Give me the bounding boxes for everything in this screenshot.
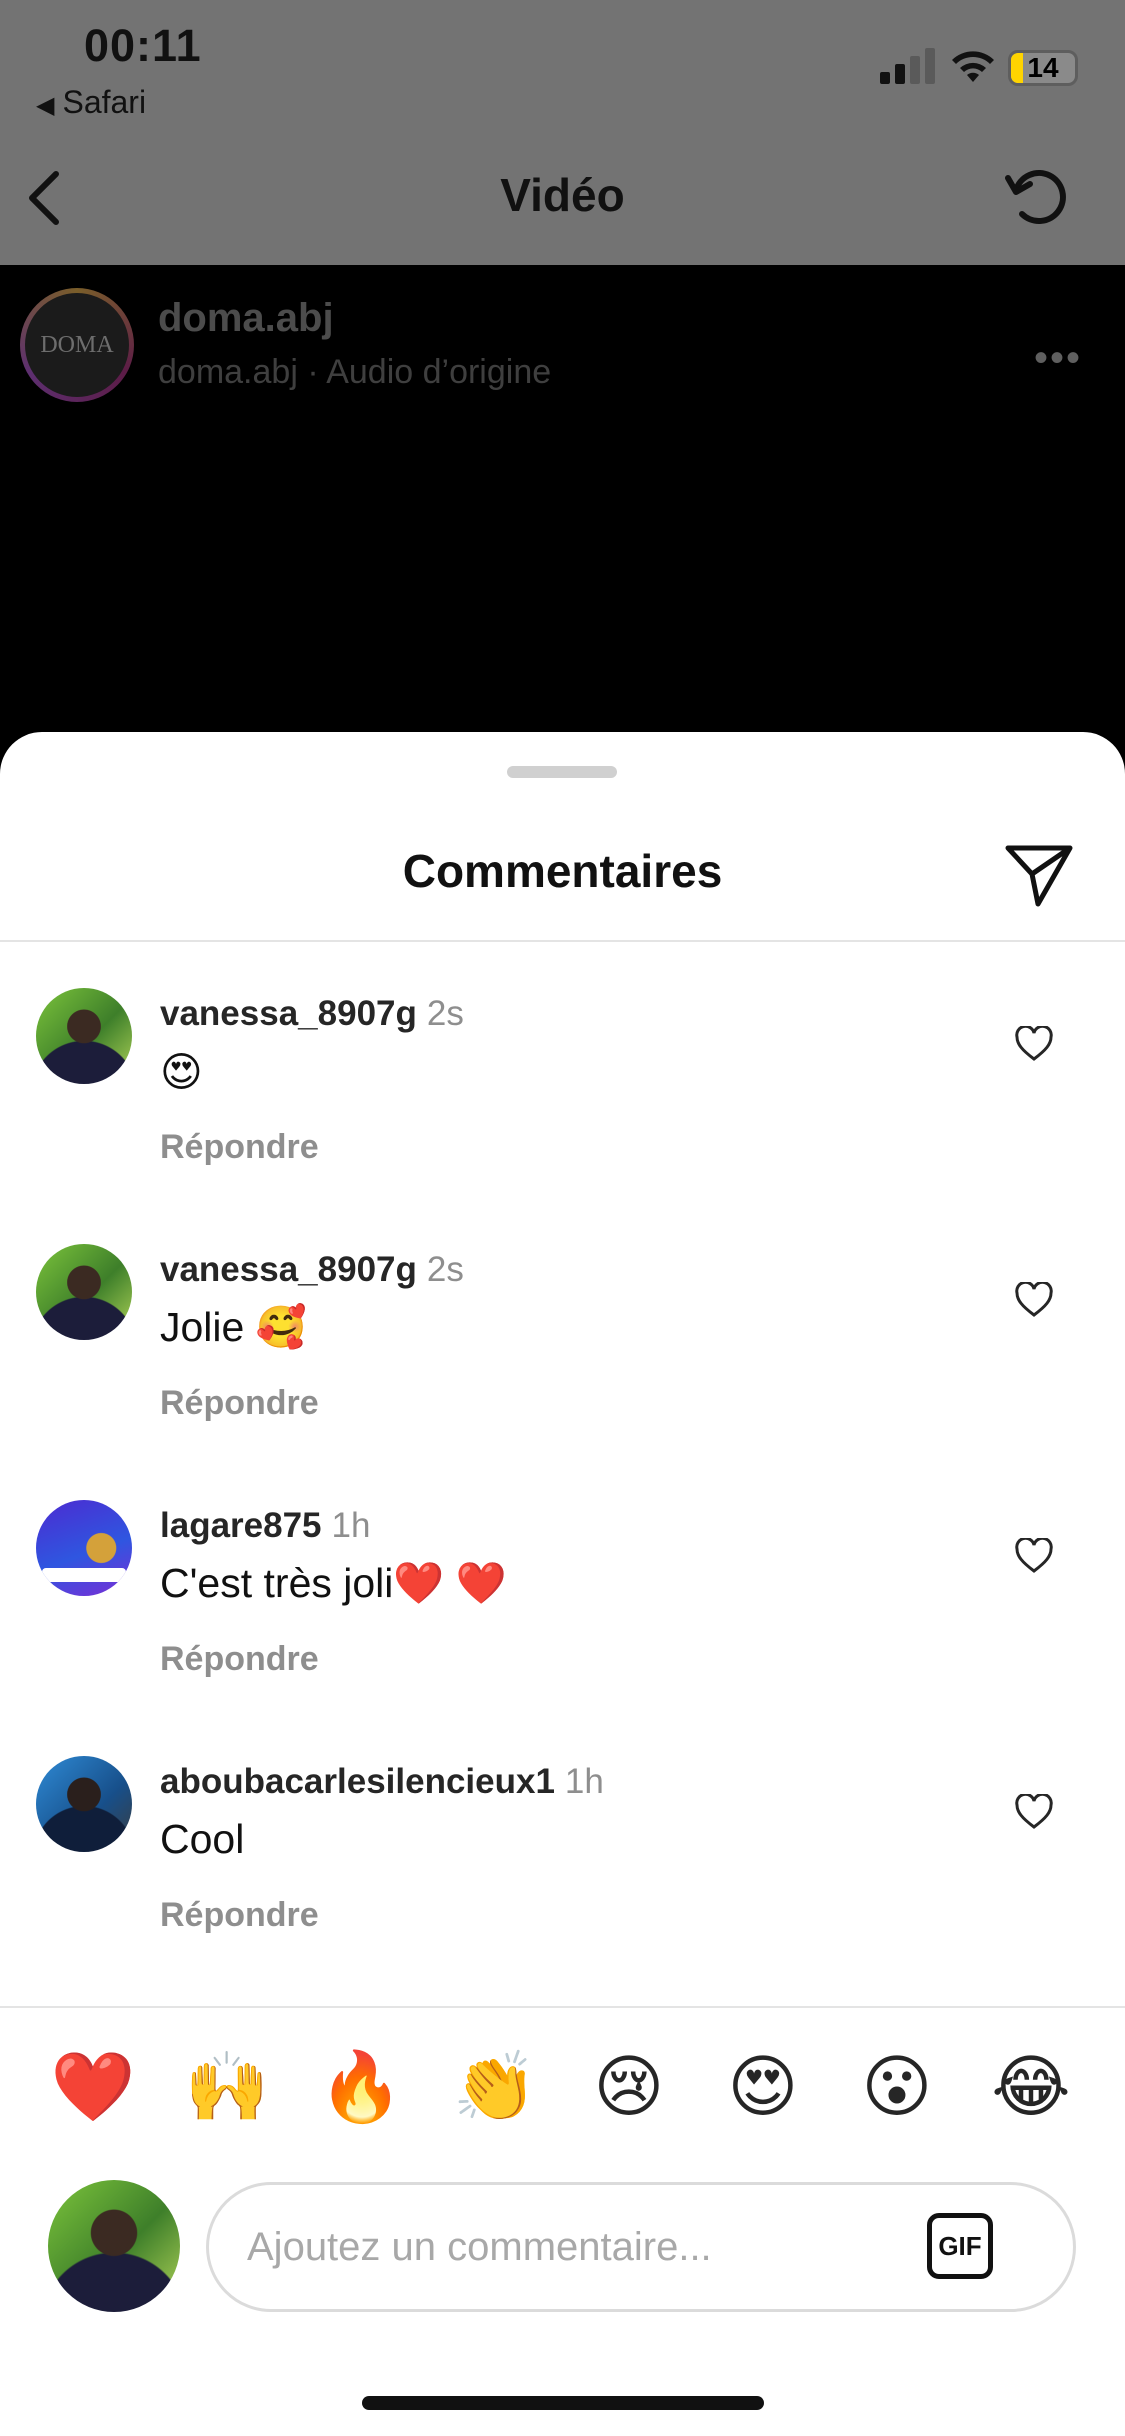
- emoji-clap-button[interactable]: 👏: [450, 2042, 540, 2132]
- video-author-avatar[interactable]: DOMA: [20, 288, 134, 402]
- comment-text: Cool: [160, 1816, 245, 1862]
- battery-icon: 14: [1008, 50, 1078, 86]
- comment-time: 2s: [426, 994, 464, 1033]
- header-divider: [0, 940, 1125, 942]
- emoji-surprised-button[interactable]: 😮: [852, 2042, 942, 2132]
- emoji-fire-button[interactable]: 🔥: [316, 2042, 406, 2132]
- comment-text: 😍: [160, 1049, 203, 1095]
- reply-button[interactable]: Répondre: [160, 1384, 319, 1423]
- commenter-avatar[interactable]: [36, 1756, 132, 1852]
- quick-emoji-bar: ❤️ 🙌 🔥 👏 😢 😍 😮 😂: [0, 2042, 1125, 2132]
- emoji-heart-eyes-button[interactable]: 😍: [718, 2042, 808, 2132]
- commenter-username[interactable]: lagare875: [160, 1506, 322, 1545]
- commenter-username[interactable]: vanessa_8907g: [160, 994, 417, 1033]
- drag-handle[interactable]: [507, 766, 617, 778]
- comment-item: vanessa_8907g 2s Jolie 🥰 Répondre: [0, 1244, 1125, 1484]
- reply-button[interactable]: Répondre: [160, 1896, 319, 1935]
- current-user-avatar: [48, 2180, 180, 2312]
- back-to-app-link[interactable]: ◀ Safari: [36, 84, 146, 121]
- status-time: 00:11: [84, 20, 202, 71]
- gif-button[interactable]: GIF: [927, 2213, 993, 2279]
- commenter-avatar[interactable]: [36, 1500, 132, 1596]
- avatar-promo-badge: [42, 1568, 126, 1582]
- back-triangle-icon: ◀: [36, 92, 55, 119]
- comment-text: C'est très joli❤️ ❤️: [160, 1560, 507, 1606]
- like-heart-icon[interactable]: [1014, 1026, 1054, 1062]
- like-heart-icon[interactable]: [1014, 1538, 1054, 1574]
- wifi-icon: [952, 51, 994, 82]
- commenter-avatar[interactable]: [36, 988, 132, 1084]
- comment-item: aboubacarlesilencieux1 1h Cool Répondre: [0, 1756, 1125, 1996]
- comments-sheet: Commentaires vanessa_8907g 2s 😍 Répondre …: [0, 732, 1125, 2436]
- reply-button[interactable]: Répondre: [160, 1128, 319, 1167]
- top-bar: 00:11 ◀ Safari 14 Vidéo: [0, 0, 1125, 265]
- sheet-title: Commentaires: [402, 845, 723, 897]
- comment-time: 1h: [564, 1762, 604, 1801]
- comment-item: lagare875 1h C'est très joli❤️ ❤️ Répondr…: [0, 1500, 1125, 1740]
- back-app-label: Safari: [62, 84, 147, 120]
- video-author-username[interactable]: doma.abj: [158, 296, 334, 341]
- video-audio-subtitle[interactable]: doma.abj · Audio d’origine: [158, 353, 551, 392]
- send-icon[interactable]: [1004, 844, 1074, 908]
- home-indicator[interactable]: [362, 2396, 764, 2410]
- signal-icon: [880, 48, 935, 84]
- like-heart-icon[interactable]: [1014, 1282, 1054, 1318]
- battery-level: 14: [1027, 52, 1059, 83]
- comment-input[interactable]: Ajoutez un commentaire... GIF: [206, 2182, 1076, 2312]
- page-title: Vidéo: [500, 169, 625, 221]
- avatar-logo-text: DOMA: [25, 293, 129, 397]
- commenter-avatar[interactable]: [36, 1244, 132, 1340]
- composer-divider: [0, 2006, 1125, 2008]
- comment-time: 2s: [426, 1250, 464, 1289]
- more-options-icon[interactable]: •••: [1034, 336, 1082, 381]
- reply-button[interactable]: Répondre: [160, 1640, 319, 1679]
- refresh-icon[interactable]: [1002, 160, 1074, 232]
- commenter-username[interactable]: vanessa_8907g: [160, 1250, 417, 1289]
- emoji-raised-hands-button[interactable]: 🙌: [182, 2042, 272, 2132]
- comment-item: vanessa_8907g 2s 😍 Répondre: [0, 988, 1125, 1228]
- like-heart-icon[interactable]: [1014, 1794, 1054, 1830]
- comment-input-placeholder: Ajoutez un commentaire...: [247, 2225, 712, 2269]
- comment-text: Jolie 🥰: [160, 1304, 307, 1350]
- emoji-laughing-button[interactable]: 😂: [986, 2042, 1076, 2132]
- comment-time: 1h: [331, 1506, 371, 1545]
- commenter-username[interactable]: aboubacarlesilencieux1: [160, 1762, 555, 1801]
- emoji-heart-button[interactable]: ❤️: [48, 2042, 138, 2132]
- emoji-crying-button[interactable]: 😢: [584, 2042, 674, 2132]
